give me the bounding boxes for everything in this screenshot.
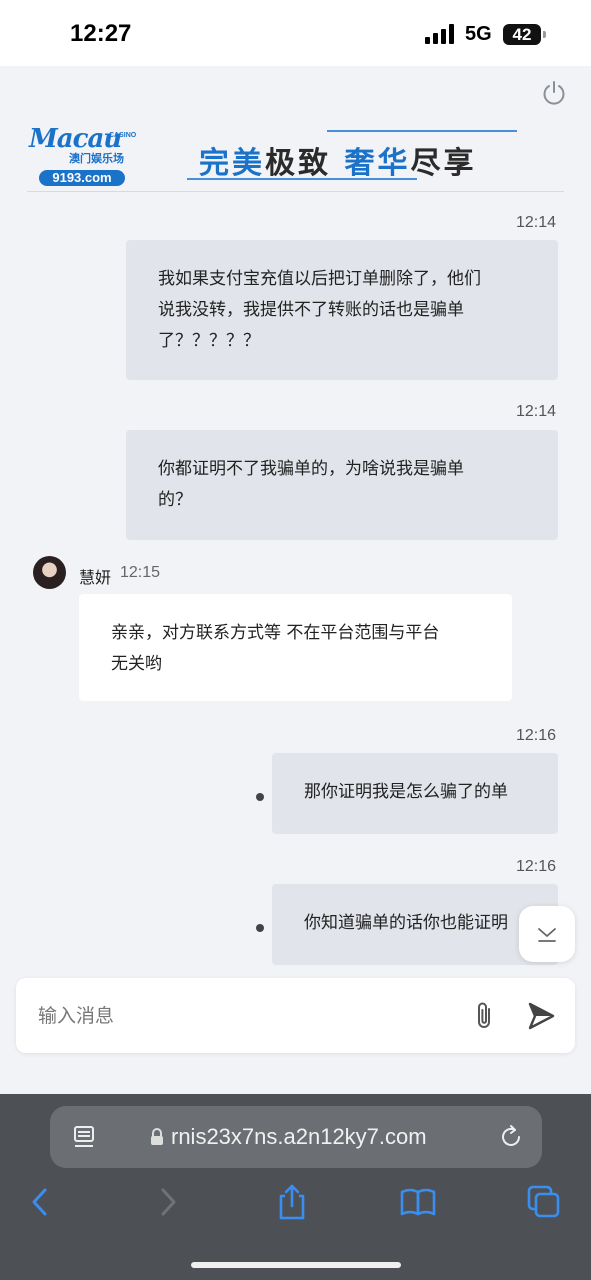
message-timestamp: 12:15 xyxy=(120,564,161,581)
message-timestamp: 12:16 xyxy=(516,858,557,875)
slogan-part-4: 尽享 xyxy=(410,146,477,181)
agent-name: 慧妍 xyxy=(79,568,112,587)
message-line: 亲亲，对方联系方式等 不在平台范围与平台 xyxy=(111,623,440,643)
message-line: 那你证明我是怎么骗了的单 xyxy=(304,782,508,802)
logo-domain: 9193.com xyxy=(39,170,125,186)
power-icon[interactable] xyxy=(541,80,567,106)
message-status-dot xyxy=(256,924,264,932)
battery-icon: 42 xyxy=(503,24,546,45)
status-bar: 12:27 5G 42 xyxy=(0,0,591,66)
status-time: 12:27 xyxy=(70,20,132,47)
outgoing-message[interactable]: 那你证明我是怎么骗了的单 xyxy=(272,753,558,834)
logo-chinese-name: 澳门娱乐场 xyxy=(69,152,124,165)
tabs-icon[interactable] xyxy=(524,1182,564,1222)
chevron-down-icon xyxy=(538,928,556,942)
back-icon[interactable] xyxy=(20,1182,60,1222)
address-bar[interactable]: rnis23x7ns.a2n12ky7.com xyxy=(50,1106,542,1168)
outgoing-message[interactable]: 你知道骗单的话你也能证明 xyxy=(272,884,558,965)
banner-divider xyxy=(27,191,564,192)
scroll-to-bottom-button[interactable] xyxy=(519,906,575,962)
message-input[interactable] xyxy=(38,1002,438,1030)
send-icon[interactable] xyxy=(525,1001,557,1031)
casino-banner: Macau CASINO 澳门娱乐场 9193.com 完美极致 奢华尽享 xyxy=(27,122,567,194)
message-line: 你知道骗单的话你也能证明 xyxy=(304,913,508,933)
message-line: 的？ xyxy=(158,490,192,510)
signal-icon xyxy=(425,24,454,44)
message-composer xyxy=(16,978,575,1053)
reload-icon[interactable] xyxy=(498,1124,524,1150)
message-line: 你都证明不了我骗单的，为啥说我是骗单 xyxy=(158,459,464,479)
message-timestamp: 12:14 xyxy=(516,403,557,420)
url-text: rnis23x7ns.a2n12ky7.com xyxy=(171,1124,427,1149)
slogan-part-2: 极致 xyxy=(265,146,331,181)
incoming-message[interactable]: 亲亲，对方联系方式等 不在平台范围与平台 无关哟 xyxy=(79,594,512,701)
agent-avatar[interactable] xyxy=(33,556,66,589)
home-indicator[interactable] xyxy=(191,1262,401,1268)
banner-slogan: 完美极致 奢华尽享 xyxy=(199,138,476,182)
browser-toolbar: rnis23x7ns.a2n12ky7.com xyxy=(0,1094,591,1280)
battery-level: 42 xyxy=(512,25,532,44)
bookmarks-icon[interactable] xyxy=(398,1182,438,1222)
share-icon[interactable] xyxy=(272,1182,312,1222)
logo-casino-label: CASINO xyxy=(109,132,137,139)
forward-icon[interactable] xyxy=(148,1182,188,1222)
message-timestamp: 12:14 xyxy=(516,214,557,231)
message-line: 无关哟 xyxy=(111,654,162,674)
message-line: 说我没转，我提供不了转账的话也是骗单 xyxy=(158,300,464,320)
message-line: 我如果支付宝充值以后把订单删除了，他们 xyxy=(158,269,481,289)
slogan-line-top xyxy=(327,130,517,132)
slogan-part-3: 奢华 xyxy=(344,146,411,181)
slogan-part-1: 完美 xyxy=(199,146,265,181)
message-timestamp: 12:16 xyxy=(516,727,557,744)
message-line: 了？？？？？ xyxy=(158,331,260,351)
network-type: 5G xyxy=(465,23,492,45)
lock-icon xyxy=(151,1128,163,1145)
paperclip-icon[interactable] xyxy=(471,1000,499,1032)
reader-icon[interactable] xyxy=(72,1124,96,1150)
outgoing-message[interactable]: 你都证明不了我骗单的，为啥说我是骗单 的？ xyxy=(126,430,558,540)
outgoing-message[interactable]: 我如果支付宝充值以后把订单删除了，他们 说我没转，我提供不了转账的话也是骗单 了… xyxy=(126,240,558,380)
message-status-dot xyxy=(256,793,264,801)
